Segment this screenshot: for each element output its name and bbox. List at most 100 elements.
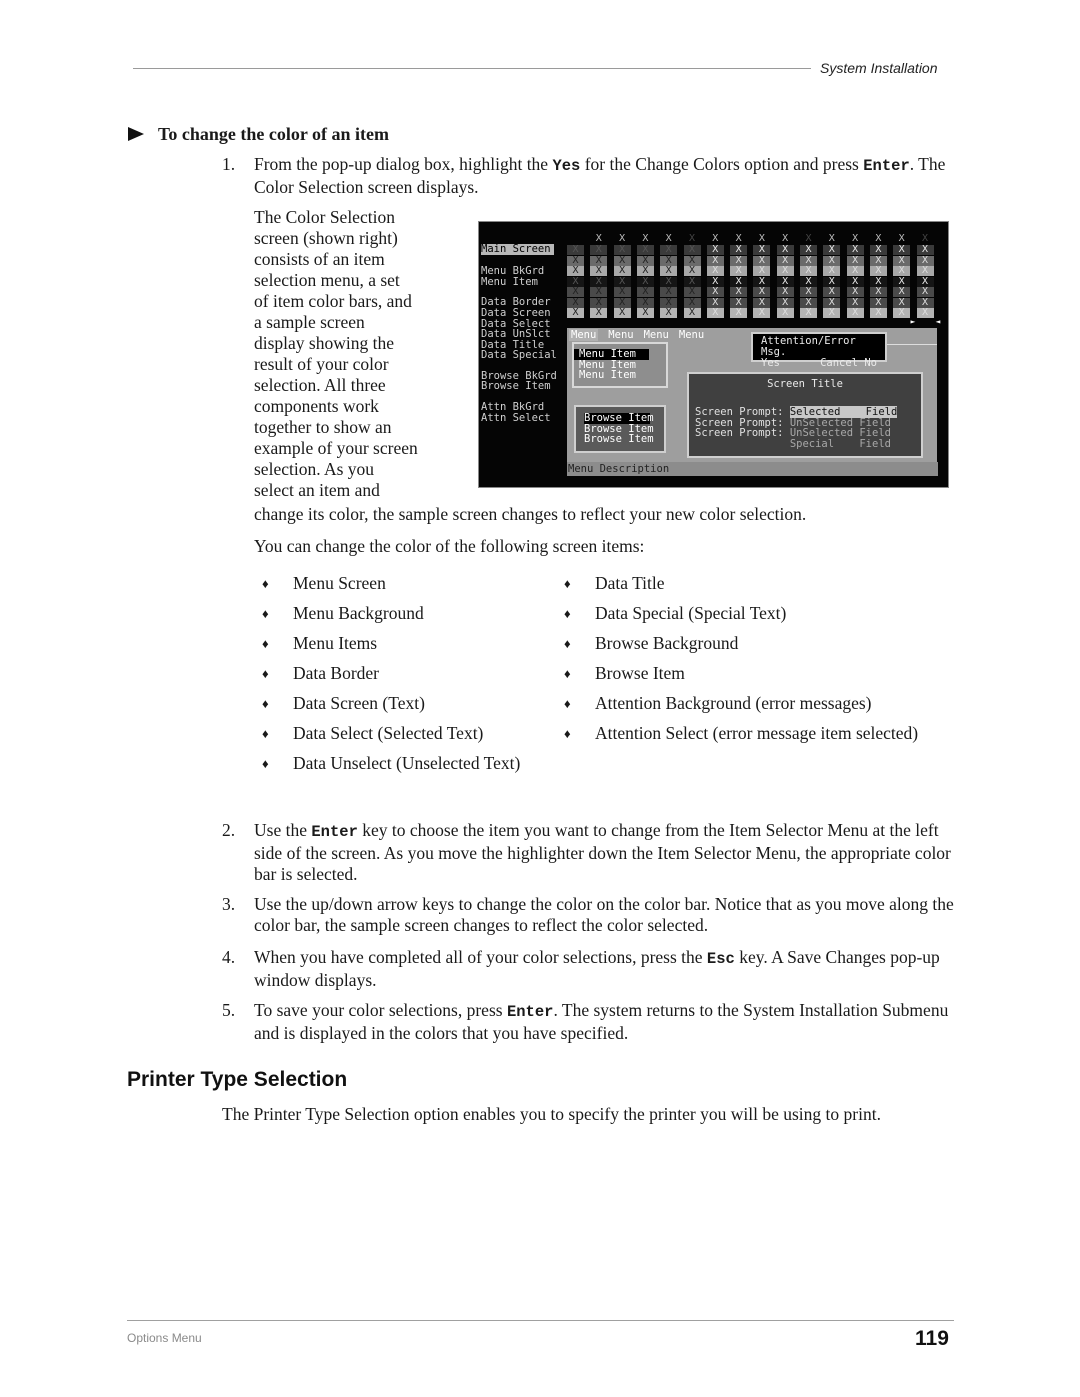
color-bar-cell[interactable]: X [846,308,864,318]
color-bar-cell[interactable]: X [800,266,817,276]
list-item-label: Menu Screen [293,573,386,593]
color-bar-cell[interactable]: X [590,266,608,276]
color-bar-cell[interactable]: X [567,287,584,297]
list-item-label: Data Special (Special Text) [595,603,787,623]
list-item-label: Menu Items [293,633,378,653]
color-bar-cell[interactable]: X [636,287,654,297]
header-rule [133,68,811,69]
color-bar-cell[interactable]: X [613,308,631,318]
color-bar-cell[interactable]: X [706,308,724,318]
color-bar-cell[interactable]: X [613,287,631,297]
color-bar-cell[interactable]: X [567,245,584,255]
sample-menu-item: Menu Item [574,349,649,360]
color-bar-cell[interactable]: X [800,287,817,297]
step-number: 5. [222,1000,236,1020]
color-bar-cell[interactable]: X [869,308,887,318]
item-menu-entry[interactable]: Menu Item [481,277,538,288]
color-bar-cell[interactable]: X [730,245,748,255]
color-bar-cell[interactable]: X [613,245,631,255]
color-bar-cell[interactable]: X [869,287,887,297]
screen-title: Screen Title [767,378,843,390]
color-bar-cell[interactable]: X [590,245,608,255]
color-bar-cell[interactable]: X [590,287,608,297]
color-bar-header: X [921,233,929,244]
color-bar-cell[interactable]: X [636,245,654,255]
item-menu-entry[interactable]: Attn Select [481,413,551,424]
color-bar-cell[interactable]: X [800,245,817,255]
color-bar-cell[interactable]: X [753,266,771,276]
color-bar-cell[interactable]: X [660,308,678,318]
bullet-diamond-icon: ♦ [564,696,571,711]
item-menu-entry[interactable]: Main Screen [481,244,554,255]
selected-bar-pointer-left-icon: ► [910,317,916,326]
color-bar-cell[interactable]: X [800,308,817,318]
color-bar-cell[interactable]: X [869,266,887,276]
step-number: 4. [222,947,236,967]
section-paragraph: The Printer Type Selection option enable… [222,1104,881,1124]
color-bar-cell[interactable]: X [893,245,911,255]
color-bar-cell[interactable]: X [706,245,724,255]
color-bar-cell[interactable]: X [916,287,934,297]
color-bar-cell[interactable]: X [776,245,794,255]
color-bar-cell[interactable]: X [706,266,724,276]
color-bar-cell[interactable]: X [823,266,841,276]
color-bar-cell[interactable]: X [823,287,841,297]
color-bar-cell[interactable]: X [683,308,701,318]
color-bar-cell[interactable]: X [683,245,701,255]
bullet-diamond-icon: ♦ [564,636,571,651]
color-bar-cell[interactable]: X [636,308,654,318]
color-bar-cell[interactable]: X [730,287,748,297]
color-bar-cell[interactable]: X [846,287,864,297]
color-bar-header: X [595,233,602,244]
step-text: When you have completed all of your colo… [254,947,940,990]
item-menu-entry[interactable]: Data Special [481,350,557,361]
sample-menu-box: Menu Item Menu Item Menu Item [572,342,668,388]
color-bar-cell[interactable]: X [590,308,608,318]
color-bar-cell[interactable]: X [916,308,934,318]
paragraph-line: screen (shown right) [254,228,398,248]
color-bar-cell[interactable]: X [823,308,841,318]
color-bar-cell[interactable]: X [660,245,678,255]
list-item-label: Data Select (Selected Text) [293,723,484,743]
color-bar-cell[interactable]: X [893,308,911,318]
color-bar-cell[interactable]: X [683,287,701,297]
color-bar-cell[interactable]: X [660,287,678,297]
list-item-label: Data Border [293,663,380,683]
step-text: Use the Enter key to choose the item you… [254,820,951,884]
color-bar-header: X [828,233,835,244]
color-bar-cell[interactable]: X [776,266,794,276]
color-bar-cell[interactable]: X [776,308,794,318]
arrow-icon [128,127,144,141]
step-text: To save your color selections, press Ent… [254,1000,949,1043]
color-bar-cell[interactable]: X [730,308,748,318]
sample-browse-item: Browse Item [584,412,654,424]
description-continuation: change its color, the sample screen chan… [254,504,807,524]
color-bar-cell[interactable]: X [869,245,887,255]
bullet-diamond-icon: ♦ [262,636,269,651]
sample-menu-title: Menu [678,329,705,341]
procedure-title: To change the color of an item [158,124,389,144]
color-bar-cell[interactable]: X [846,266,864,276]
color-bar-cell[interactable]: X [893,266,911,276]
color-bar-cell[interactable]: X [846,245,864,255]
color-bar-cell[interactable]: X [823,245,841,255]
color-bar-cell[interactable]: X [753,245,771,255]
color-bar-cell[interactable]: X [683,266,701,276]
color-bar-cell[interactable]: X [567,266,584,276]
color-bar-cell[interactable]: X [776,287,794,297]
color-bar-cell[interactable]: X [613,266,631,276]
color-bar-cell[interactable]: X [730,266,748,276]
items-intro: You can change the color of the followin… [254,536,645,556]
bullet-diamond-icon: ♦ [262,666,269,681]
color-bar-cell[interactable]: X [706,287,724,297]
color-bar-cell[interactable]: X [660,266,678,276]
color-bar-cell[interactable]: X [916,266,934,276]
color-bar-cell[interactable]: X [753,287,771,297]
color-bar-cell[interactable]: X [893,287,911,297]
item-menu-entry[interactable]: Browse Item [481,381,551,392]
color-bar-cell[interactable]: X [916,245,934,255]
color-bar-cell[interactable]: X [636,266,654,276]
color-bar-cell[interactable]: X [567,308,584,318]
paragraph-line: a sample screen [254,312,365,332]
color-bar-cell[interactable]: X [753,308,771,318]
